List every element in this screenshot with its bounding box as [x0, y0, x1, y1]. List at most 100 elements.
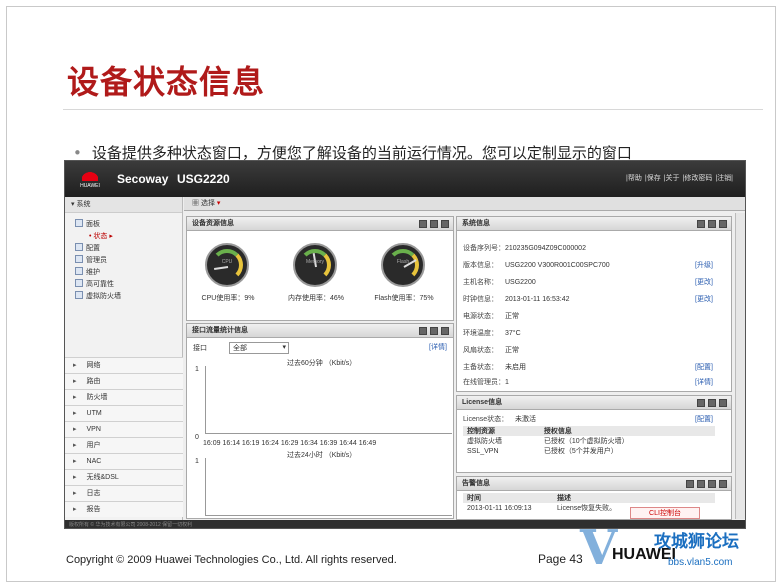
settings-icon[interactable]: [708, 399, 716, 407]
sysinfo-value: USG2200: [505, 279, 536, 286]
tree-item-label: 维护: [86, 269, 100, 276]
nav-item-user[interactable]: ▸ 用户: [65, 437, 183, 453]
tree-item-panel[interactable]: 面板: [75, 219, 182, 231]
change-hostname-link[interactable]: [更改]: [695, 277, 713, 287]
close-icon[interactable]: [719, 220, 727, 228]
content-toolbar: ▦ 选择 ▾: [184, 197, 745, 211]
configure-ha-link[interactable]: [配置]: [695, 362, 713, 372]
nav-item-nac[interactable]: ▸ NAC: [65, 453, 183, 469]
license-panel-header: License信息: [457, 396, 731, 410]
sysinfo-row: 主机名称： USG2200 [更改]: [463, 277, 713, 287]
sysinfo-value: 2013-01-11 16:53:42: [505, 296, 570, 303]
tree-item-label: 管理员: [86, 257, 107, 264]
traffic-panel-title: 接口流量统计信息: [192, 327, 248, 334]
traffic-detail-link[interactable]: [详情]: [429, 342, 447, 352]
license-status-label: License状态：: [463, 416, 509, 423]
sysinfo-value: 210235G094Z09C000002: [505, 245, 586, 252]
nav-item-log[interactable]: ▸ 日志: [65, 485, 183, 501]
folder-icon: [75, 219, 83, 227]
sysinfo-value: 37°C: [505, 330, 521, 337]
resource-panel: 设备资源信息 CPU Memory Flash CPU使用率：9% 内存使用率：…: [186, 216, 454, 321]
nav-item-vpn[interactable]: ▸ VPN: [65, 421, 183, 437]
close-icon[interactable]: [441, 327, 449, 335]
sysinfo-label: 在线管理员：: [463, 379, 505, 386]
sysinfo-label: 环境温度：: [463, 330, 498, 337]
arrow-right-icon: ▸: [73, 362, 77, 369]
edit-icon[interactable]: [686, 480, 694, 488]
sysinfo-label: 主机名称：: [463, 279, 498, 286]
table-row: SSL_VPN 已授权（5个并发用户）: [463, 446, 715, 456]
tree-item-ha[interactable]: 高可靠性: [75, 279, 182, 291]
chart2-y-top: 1: [195, 458, 199, 465]
sidebar: ▾ 系统 面板 • 状态 ▸ 配置 管理员 维护 高可靠性 虚拟防火墙 ▸ 网络 …: [65, 197, 183, 520]
interface-label: 接口: [193, 345, 207, 352]
sysinfo-label: 时钟信息：: [463, 296, 498, 303]
change-password-link[interactable]: |修改密码: [683, 175, 713, 182]
nav-item-label: VPN: [86, 426, 101, 433]
arrow-right-icon: ▸: [73, 506, 77, 513]
close-icon[interactable]: [719, 399, 727, 407]
interface-select[interactable]: 全部 ▾: [228, 342, 289, 354]
select-menu[interactable]: ▦ 选择 ▾: [192, 200, 220, 207]
tree-item-maintenance[interactable]: 维护: [75, 267, 182, 279]
close-icon[interactable]: [441, 220, 449, 228]
minimize-icon[interactable]: [697, 480, 705, 488]
settings-icon[interactable]: [430, 327, 438, 335]
traffic-chart-24h: [205, 458, 452, 516]
minimize-icon[interactable]: [697, 220, 705, 228]
license-config-link[interactable]: [配置]: [695, 414, 713, 424]
huawei-flower-icon: [82, 167, 98, 181]
settings-icon[interactable]: [430, 220, 438, 228]
nav-item-wireless[interactable]: ▸ 无线&DSL: [65, 469, 183, 485]
column-header: 控制资源: [463, 426, 540, 436]
nav-item-network[interactable]: ▸ 网络: [65, 357, 183, 373]
select-menu-label: 选择: [200, 200, 215, 207]
settings-icon[interactable]: [708, 480, 716, 488]
help-link[interactable]: |帮助: [626, 175, 642, 182]
folder-icon: [75, 255, 83, 263]
device-status-screenshot: HUAWEI Secoway USG2220 |帮助 |保存 |关于 |修改密码 |注销…: [64, 160, 746, 529]
sysinfo-label: 版本信息：: [463, 262, 498, 269]
change-clock-link[interactable]: [更改]: [695, 294, 713, 304]
tree-item-vfw[interactable]: 虚拟防火墙: [75, 291, 182, 303]
caret-down-icon: ▾: [216, 200, 221, 207]
nav-item-firewall[interactable]: ▸ 防火墙: [65, 389, 183, 405]
close-icon[interactable]: [719, 480, 727, 488]
tree-item-admin[interactable]: 管理员: [75, 255, 182, 267]
tree-item-status[interactable]: • 状态 ▸: [89, 231, 182, 243]
sidebar-header[interactable]: ▾ 系统: [65, 197, 182, 213]
nav-item-report[interactable]: ▸ 报告: [65, 501, 183, 517]
column-header: 时间: [463, 493, 553, 503]
folder-icon: [75, 267, 83, 275]
resource-panel-header: 设备资源信息: [187, 217, 453, 231]
sysinfo-label: 电源状态：: [463, 313, 498, 320]
about-link[interactable]: |关于: [664, 175, 680, 182]
upgrade-link[interactable]: [升级]: [695, 260, 713, 270]
chart1-y-bottom: 0: [195, 434, 199, 441]
tree-item-label: 虚拟防火墙: [86, 293, 121, 300]
cli-console-button[interactable]: CLI控制台: [630, 507, 700, 519]
vertical-scrollbar[interactable]: [735, 213, 745, 519]
arrow-right-icon: ▸: [73, 378, 77, 385]
sysinfo-row: 在线管理员：1 [详情]: [463, 377, 713, 387]
traffic-chart-60min: [205, 366, 452, 434]
table-cell: 2013-01-11 16:09:13: [467, 504, 532, 512]
nav-item-route[interactable]: ▸ 路由: [65, 373, 183, 389]
admin-detail-link[interactable]: [详情]: [695, 377, 713, 387]
tree-item-label: 配置: [86, 245, 100, 252]
settings-icon[interactable]: [708, 220, 716, 228]
system-panel: 系统信息 设备序列号：210235G094Z09C000002 版本信息： USG…: [456, 216, 732, 392]
tree-item-config[interactable]: 配置: [75, 243, 182, 255]
table-header-row: 控制资源 授权信息: [463, 426, 715, 436]
minimize-icon[interactable]: [419, 327, 427, 335]
minimize-icon[interactable]: [697, 399, 705, 407]
nav-item-label: NAC: [86, 458, 102, 465]
alarm-panel-title: 告警信息: [462, 480, 490, 487]
cpu-gauge: CPU: [205, 243, 249, 287]
sysinfo-row: 电源状态： 正常: [463, 311, 519, 321]
system-panel-title: 系统信息: [462, 220, 490, 227]
save-link[interactable]: |保存: [645, 175, 661, 182]
minimize-icon[interactable]: [419, 220, 427, 228]
nav-item-utm[interactable]: ▸ UTM: [65, 405, 183, 421]
logout-link[interactable]: |注销|: [715, 175, 733, 182]
